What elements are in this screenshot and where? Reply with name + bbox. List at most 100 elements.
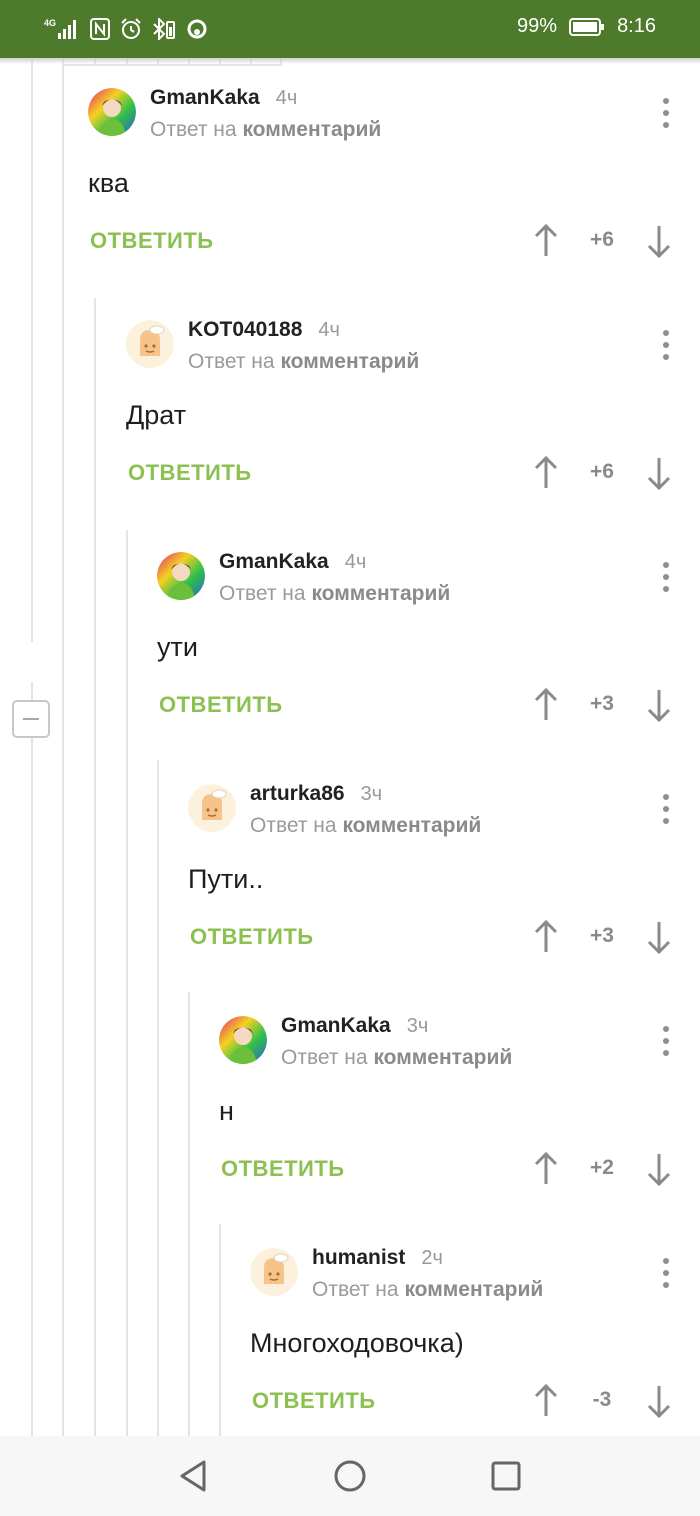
avatar[interactable]	[188, 784, 236, 832]
reply-button[interactable]: ОТВЕТИТЬ	[252, 1388, 376, 1414]
username-text[interactable]: KOT040188	[188, 318, 302, 341]
nfc-icon	[90, 18, 110, 40]
thread-line	[94, 298, 96, 1436]
thread-line	[219, 1224, 221, 1436]
username[interactable]: humanist 2ч	[312, 1246, 443, 1270]
comment-text: Многоходовочка)	[250, 1328, 464, 1358]
more-menu-icon[interactable]	[660, 330, 672, 360]
collapse-thread-button[interactable]	[12, 700, 50, 738]
thread-line	[62, 58, 64, 1436]
more-menu-icon[interactable]	[660, 98, 672, 128]
username-text[interactable]: humanist	[312, 1246, 405, 1269]
comment-score: +6	[590, 460, 614, 483]
more-menu-icon[interactable]	[660, 794, 672, 824]
reply-info: Ответ на комментарий	[312, 1278, 543, 1302]
thread-line	[31, 682, 33, 1436]
comment-time: 4ч	[275, 87, 298, 109]
downvote-arrow-icon[interactable]	[646, 224, 672, 258]
reply-prefix: Ответ на	[312, 1278, 399, 1301]
comment-thread: GmanKaka 4ч Ответ на комментарий ква ОТВЕ…	[0, 58, 700, 1436]
username-text[interactable]: GmanKaka	[150, 86, 260, 109]
username[interactable]: KOT040188 4ч	[188, 318, 340, 342]
comment: KOT040188 4ч Ответ на комментарий Драт ОТ…	[126, 290, 672, 522]
comment-score: +3	[590, 924, 614, 947]
status-icons: 4G	[44, 16, 208, 42]
comment-text: н	[219, 1096, 234, 1126]
reply-button[interactable]: ОТВЕТИТЬ	[221, 1156, 345, 1182]
comment-score: +6	[590, 228, 614, 251]
username-text[interactable]: GmanKaka	[281, 1014, 391, 1037]
comment: arturka86 3ч Ответ на комментарий Пути.. …	[188, 754, 672, 986]
more-menu-icon[interactable]	[660, 1258, 672, 1288]
reply-target-link[interactable]: комментарий	[342, 814, 481, 837]
reply-button[interactable]: ОТВЕТИТЬ	[128, 460, 252, 486]
avatar[interactable]	[157, 552, 205, 600]
upvote-arrow-icon[interactable]	[533, 456, 559, 490]
downvote-arrow-icon[interactable]	[646, 920, 672, 954]
downvote-arrow-icon[interactable]	[646, 1152, 672, 1186]
username[interactable]: GmanKaka 4ч	[219, 550, 366, 574]
reply-info: Ответ на комментарий	[150, 118, 381, 142]
reply-target-link[interactable]: комментарий	[280, 350, 419, 373]
status-bar: 4G 99% 8:16	[0, 0, 700, 58]
recents-icon[interactable]	[486, 1456, 526, 1496]
reply-info: Ответ на комментарий	[250, 814, 481, 838]
sync-icon	[186, 18, 208, 40]
status-bar-shadow	[0, 58, 700, 64]
comment-score: -3	[592, 1388, 612, 1411]
thread-line	[157, 760, 159, 1436]
thread-line	[188, 992, 190, 1436]
signal-icon: 4G	[44, 17, 80, 41]
reply-info: Ответ на комментарий	[188, 350, 419, 374]
battery-icon	[569, 17, 605, 36]
upvote-arrow-icon[interactable]	[533, 1152, 559, 1186]
comment-time: 3ч	[406, 1015, 429, 1037]
back-icon[interactable]	[174, 1456, 214, 1496]
svg-text:4G: 4G	[44, 18, 56, 28]
alarm-icon	[120, 18, 142, 40]
username-text[interactable]: GmanKaka	[219, 550, 329, 573]
reply-button[interactable]: ОТВЕТИТЬ	[159, 692, 283, 718]
username-text[interactable]: arturka86	[250, 782, 345, 805]
username[interactable]: GmanKaka 4ч	[150, 86, 297, 110]
comment-text: ква	[88, 168, 129, 198]
reply-button[interactable]: ОТВЕТИТЬ	[190, 924, 314, 950]
reply-prefix: Ответ на	[150, 118, 237, 141]
comment-score: +2	[590, 1156, 614, 1179]
avatar[interactable]	[126, 320, 174, 368]
username[interactable]: arturka86 3ч	[250, 782, 382, 806]
bluetooth-icon	[152, 18, 176, 40]
more-menu-icon[interactable]	[660, 1026, 672, 1056]
downvote-arrow-icon[interactable]	[646, 1384, 672, 1418]
reply-target-link[interactable]: комментарий	[242, 118, 381, 141]
reply-target-link[interactable]: комментарий	[311, 582, 450, 605]
battery-percent: 99%	[517, 15, 558, 37]
comment-score: +3	[590, 692, 614, 715]
downvote-arrow-icon[interactable]	[646, 456, 672, 490]
reply-info: Ответ на комментарий	[281, 1046, 512, 1070]
avatar[interactable]	[219, 1016, 267, 1064]
minus-icon	[23, 718, 39, 720]
upvote-arrow-icon[interactable]	[533, 224, 559, 258]
avatar[interactable]	[250, 1248, 298, 1296]
upvote-arrow-icon[interactable]	[533, 920, 559, 954]
username[interactable]: GmanKaka 3ч	[281, 1014, 428, 1038]
home-icon[interactable]	[330, 1456, 370, 1496]
avatar[interactable]	[88, 88, 136, 136]
more-menu-icon[interactable]	[660, 562, 672, 592]
comment: humanist 2ч Ответ на комментарий Многоход…	[250, 1218, 672, 1436]
comment-text: ути	[157, 632, 198, 662]
upvote-arrow-icon[interactable]	[533, 1384, 559, 1418]
comment-time: 2ч	[421, 1247, 443, 1269]
reply-button[interactable]: ОТВЕТИТЬ	[90, 228, 214, 254]
comment-text: Драт	[126, 400, 187, 430]
upvote-arrow-icon[interactable]	[533, 688, 559, 722]
thread-line	[31, 58, 33, 642]
comment-text: Пути..	[188, 864, 264, 894]
downvote-arrow-icon[interactable]	[646, 688, 672, 722]
reply-target-link[interactable]: комментарий	[404, 1278, 543, 1301]
comment-time: 4ч	[344, 551, 367, 573]
reply-prefix: Ответ на	[188, 350, 275, 373]
clock: 8:16	[617, 15, 656, 37]
reply-target-link[interactable]: комментарий	[373, 1046, 512, 1069]
